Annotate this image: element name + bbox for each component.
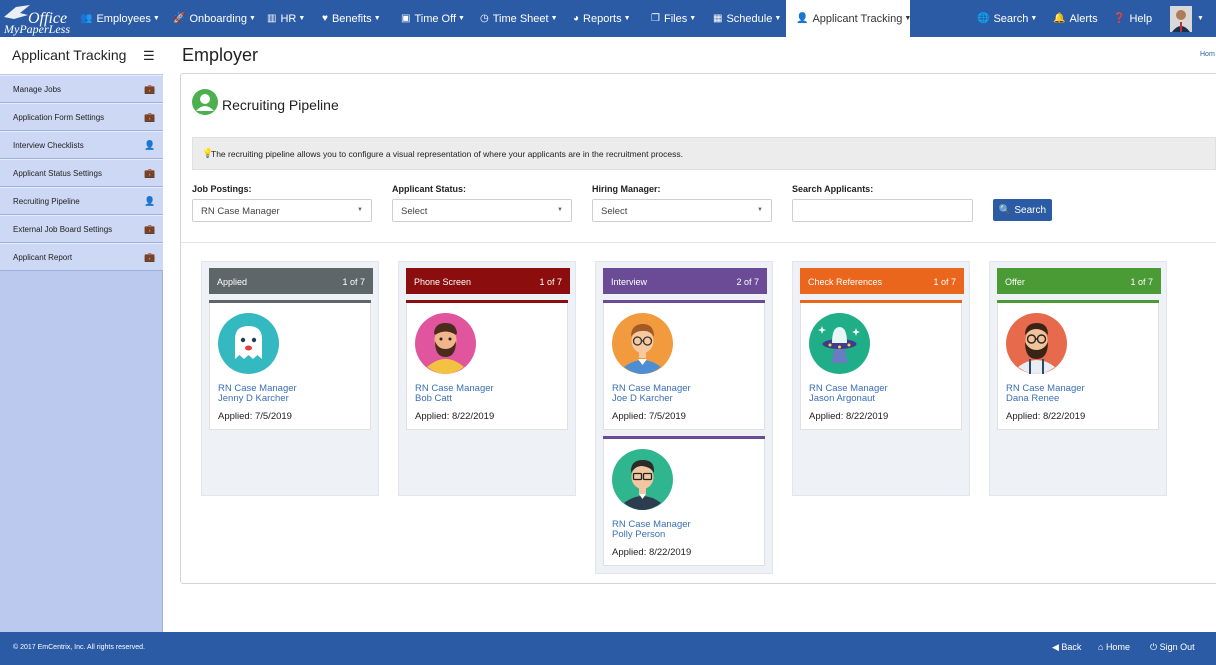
heart-icon: ♥ — [322, 13, 328, 24]
hiring-manager-select[interactable]: Select ▼ — [592, 199, 772, 222]
globe-icon: 🌐 — [977, 13, 990, 24]
sidebar-item-manage-jobs[interactable]: Manage Jobs 💼 — [0, 75, 163, 103]
calendar-icon: ▦ — [713, 13, 723, 24]
rocket-icon: 🚀 — [173, 13, 186, 24]
breadcrumb-home[interactable]: Hom — [1200, 51, 1215, 58]
nav-help[interactable]: ❓ Help — [1113, 0, 1152, 37]
sidebar-item-interview-checklists[interactable]: Interview Checklists 👤 — [0, 131, 163, 159]
user-icon: 👤 — [144, 140, 156, 150]
sidebar-title: Applicant Tracking — [12, 47, 127, 63]
hiring-manager-label: Hiring Manager: — [592, 184, 661, 194]
nav-search[interactable]: 🌐 Search ▼ — [977, 0, 1037, 37]
briefcase-icon: 💼 — [144, 224, 156, 234]
nav-applicant-tracking[interactable]: 👤 Applicant Tracking ▼ — [786, 0, 911, 37]
top-navbar: Office MyPaperLess 👥 Employees ▼ 🚀 Onboardi… — [0, 0, 1216, 37]
sidebar-item-applicant-report[interactable]: Applicant Report 💼 — [0, 243, 163, 271]
applicant-card[interactable]: RN Case Manager Jenny D Karcher Applied:… — [209, 300, 371, 430]
pipeline-column-phone-screen: Phone Screen 1 of 7 RN Case Manager Bob … — [398, 261, 576, 496]
brand-line2: MyPaperLess — [4, 22, 70, 36]
pipeline-column-interview: Interview 2 of 7 RN Case Manager Joe D K… — [595, 261, 773, 574]
nav-hr[interactable]: ▥ HR ▼ — [267, 0, 305, 37]
nav-time-sheet[interactable]: ◷ Time Sheet ▼ — [480, 0, 558, 37]
briefcase-icon: 💼 — [144, 84, 156, 94]
hipster-man-avatar-icon — [1006, 313, 1067, 374]
briefcase-icon: 💼 — [144, 112, 156, 122]
info-alert: 💡 The recruiting pipeline allows you to … — [192, 137, 1216, 170]
users-icon: 👥 — [80, 13, 93, 24]
panel-title: Recruiting Pipeline — [222, 97, 339, 113]
briefcase-icon: 💼 — [144, 252, 156, 262]
copyright-text: © 2017 EmCentrix, Inc. All rights reserv… — [13, 644, 145, 651]
applicant-card[interactable]: RN Case Manager Dana Renee Applied: 8/22… — [997, 300, 1159, 430]
user-menu[interactable]: ▼ — [1170, 0, 1204, 37]
applicant-card[interactable]: RN Case Manager Joe D Karcher Applied: 7… — [603, 300, 765, 430]
nav-files[interactable]: ❐ Files ▼ — [651, 0, 696, 37]
applicant-card[interactable]: RN Case Manager Polly Person Applied: 8/… — [603, 436, 765, 566]
suitcase-icon: ▣ — [401, 13, 411, 24]
divider — [181, 242, 1216, 243]
nav-onboarding[interactable]: 🚀 Onboarding ▼ — [173, 0, 256, 37]
page-title: Employer — [182, 45, 259, 65]
nav-reports[interactable]: ◕ Reports ▼ — [573, 0, 631, 37]
back-arrow-icon: ◀ — [1052, 642, 1062, 652]
pipeline-column-applied: Applied 1 of 7 RN Case Manager Jenny D K… — [201, 261, 379, 496]
menu-icon[interactable]: ☰ — [143, 48, 155, 64]
brand-logo[interactable]: Office MyPaperLess — [2, 0, 70, 37]
user-circle-icon — [192, 89, 218, 115]
user-icon: 👤 — [144, 196, 156, 206]
nav-employees[interactable]: 👥 Employees ▼ — [80, 0, 160, 37]
applicant-card[interactable]: RN Case Manager Jason Argonaut Applied: … — [800, 300, 962, 430]
home-link[interactable]: ⌂ Home — [1098, 642, 1130, 652]
footer: © 2017 EmCentrix, Inc. All rights reserv… — [0, 632, 1216, 665]
bearded-man-avatar-icon — [415, 313, 476, 374]
column-header: Offer 1 of 7 — [997, 268, 1161, 294]
nav-alerts[interactable]: 🔔 Alerts — [1053, 0, 1098, 37]
sign-out-link[interactable]: ⏻ Sign Out — [1150, 642, 1195, 653]
sidebar: Applicant Tracking ☰ Manage Jobs 💼 Appli… — [0, 37, 163, 632]
sidebar-header: Applicant Tracking ☰ — [0, 37, 163, 74]
info-text: The recruiting pipeline allows you to co… — [211, 149, 683, 159]
applicant-status-label: Applicant Status: — [392, 184, 467, 194]
column-header: Phone Screen 1 of 7 — [406, 268, 570, 294]
building-icon: ▥ — [267, 13, 277, 24]
chevron-down-icon: ▼ — [757, 207, 763, 213]
ufo-avatar-icon — [809, 313, 870, 374]
pipeline-column-check-references: Check References 1 of 7 RN Case Manager … — [792, 261, 970, 496]
sidebar-item-external-job-board-settings[interactable]: External Job Board Settings 💼 — [0, 215, 163, 243]
sidebar-item-applicant-status-settings[interactable]: Applicant Status Settings 💼 — [0, 159, 163, 187]
applicant-status-select[interactable]: Select ▼ — [392, 199, 572, 222]
column-header: Applied 1 of 7 — [209, 268, 373, 294]
search-applicants-input[interactable] — [792, 199, 973, 222]
question-icon: ❓ — [1113, 13, 1126, 24]
sidebar-item-application-form-settings[interactable]: Application Form Settings 💼 — [0, 103, 163, 131]
home-icon: ⌂ — [1098, 642, 1106, 652]
column-header: Interview 2 of 7 — [603, 268, 767, 294]
pie-chart-icon: ◕ — [573, 13, 580, 24]
back-link[interactable]: ◀ Back — [1052, 642, 1081, 653]
job-postings-label: Job Postings: — [192, 184, 252, 194]
nav-schedule[interactable]: ▦ Schedule ▼ — [713, 0, 781, 37]
clock-icon: ◷ — [480, 13, 489, 24]
pipeline-column-offer: Offer 1 of 7 RN Case Manager Dana Renee … — [989, 261, 1167, 496]
job-postings-select[interactable]: RN Case Manager ▼ — [192, 199, 372, 222]
nav-benefits[interactable]: ♥ Benefits ▼ — [322, 0, 381, 37]
search-icon: 🔍 — [998, 204, 1012, 216]
column-header: Check References 1 of 7 — [800, 268, 964, 294]
power-icon: ⏻ — [1150, 642, 1160, 652]
glasses-man-avatar-icon — [612, 313, 673, 374]
user-plus-icon: 👤 — [796, 13, 809, 24]
nav-time-off[interactable]: ▣ Time Off ▼ — [401, 0, 465, 37]
bell-icon: 🔔 — [1053, 13, 1066, 24]
briefcase-icon: 💼 — [144, 168, 156, 178]
chevron-down-icon: ▼ — [557, 207, 563, 213]
search-applicants-label: Search Applicants: — [792, 184, 874, 194]
files-icon: ❐ — [651, 13, 660, 24]
avatar — [1170, 5, 1192, 32]
ghost-avatar-icon — [218, 313, 279, 374]
suit-man-avatar-icon — [612, 449, 673, 510]
applicant-card[interactable]: RN Case Manager Bob Catt Applied: 8/22/2… — [406, 300, 568, 430]
sidebar-item-recruiting-pipeline[interactable]: Recruiting Pipeline 👤 — [0, 187, 163, 215]
search-button[interactable]: 🔍 Search — [993, 199, 1052, 221]
chevron-down-icon: ▼ — [357, 207, 363, 213]
